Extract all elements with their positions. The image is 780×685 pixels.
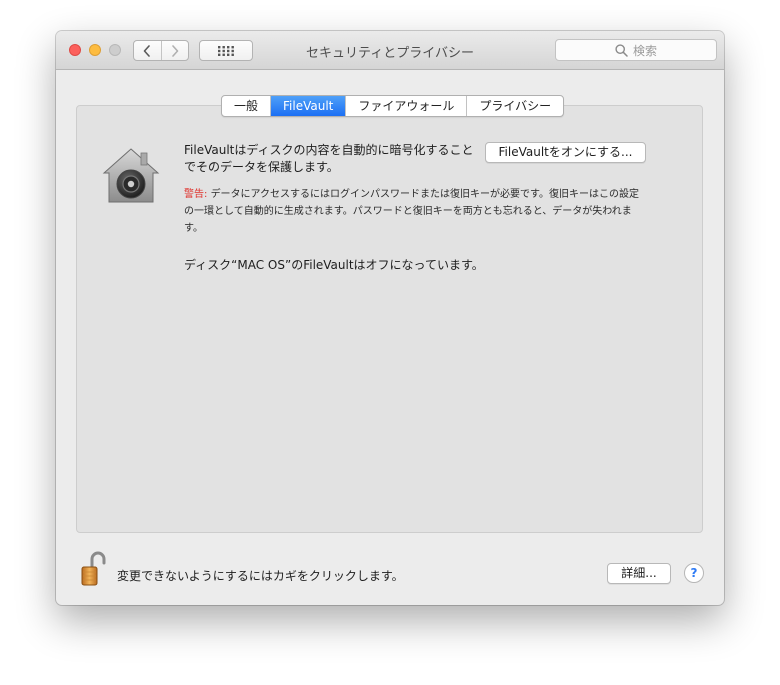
tab-bar: 一般 FileVault ファイアウォール プライバシー bbox=[221, 95, 565, 117]
zoom-button[interactable] bbox=[109, 44, 121, 56]
filevault-status: ディスク“MAC OS”のFileVaultはオフになっています。 bbox=[184, 258, 484, 272]
warning-label: 警告: bbox=[184, 189, 208, 200]
turn-on-filevault-button[interactable]: FileVaultをオンにする... bbox=[485, 142, 646, 163]
tab-general[interactable]: 一般 bbox=[222, 96, 270, 116]
back-chevron-icon bbox=[143, 44, 151, 57]
search-icon bbox=[615, 43, 628, 57]
search-field[interactable]: 検索 bbox=[555, 39, 717, 61]
tab-privacy[interactable]: プライバシー bbox=[466, 96, 563, 116]
filevault-house-icon bbox=[102, 148, 160, 203]
tab-filevault[interactable]: FileVault bbox=[270, 96, 346, 116]
warning-text: データにアクセスするにはログインパスワードまたは復旧キーが必要です。復旧キーはこ… bbox=[184, 189, 640, 234]
search-placeholder: 検索 bbox=[632, 43, 657, 58]
lock-message: 変更できないようにするにはカギをクリックします。 bbox=[117, 569, 404, 583]
show-all-button[interactable] bbox=[199, 40, 253, 61]
filevault-warning: 警告: データにアクセスするにはログインパスワードまたは復旧キーが必要です。復旧… bbox=[184, 186, 646, 237]
help-button[interactable]: ? bbox=[684, 563, 704, 583]
grid-icon bbox=[218, 45, 234, 56]
forward-button[interactable] bbox=[160, 41, 189, 60]
navigation-buttons bbox=[133, 40, 189, 61]
title-bar: セキュリティとプライバシー 検索 bbox=[56, 31, 724, 70]
back-button[interactable] bbox=[134, 41, 161, 60]
filevault-description: FileVaultはディスクの内容を自動的に暗号化することでそのデータを保護しま… bbox=[184, 143, 474, 174]
unlocked-padlock-icon[interactable] bbox=[80, 551, 106, 587]
minimize-button[interactable] bbox=[89, 44, 101, 56]
window-title: セキュリティとプライバシー bbox=[306, 46, 474, 61]
forward-chevron-icon bbox=[171, 44, 179, 57]
close-button[interactable] bbox=[69, 44, 81, 56]
tab-firewall[interactable]: ファイアウォール bbox=[345, 96, 466, 116]
preferences-window: セキュリティとプライバシー 検索 一般 FileVault ファイアウォール プ… bbox=[56, 31, 724, 605]
advanced-button[interactable]: 詳細... bbox=[607, 563, 671, 584]
